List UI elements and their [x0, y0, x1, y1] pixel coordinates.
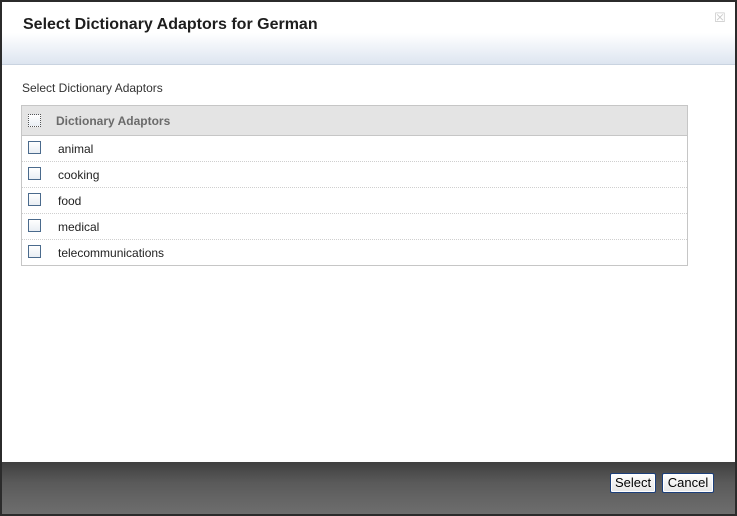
table-row[interactable]: medical [22, 214, 687, 240]
table-row[interactable]: animal [22, 136, 687, 162]
select-all-checkbox[interactable] [28, 114, 41, 127]
row-checkbox[interactable] [28, 245, 41, 258]
dialog-footer: Select Cancel [2, 462, 735, 514]
table-row[interactable]: cooking [22, 162, 687, 188]
section-label: Select Dictionary Adaptors [22, 81, 163, 95]
row-label: cooking [58, 168, 100, 182]
row-checkbox[interactable] [28, 219, 41, 232]
row-label: medical [58, 220, 100, 234]
table-row[interactable]: food [22, 188, 687, 214]
column-header-dictionary-adaptors[interactable]: Dictionary Adaptors [56, 114, 170, 128]
row-label: food [58, 194, 82, 208]
dialog-title: Select Dictionary Adaptors for German [23, 16, 318, 33]
dictionary-adaptors-grid: Dictionary Adaptors animal cooking food … [21, 105, 688, 266]
table-row[interactable]: telecommunications [22, 240, 687, 265]
dialog-titlebar: Select Dictionary Adaptors for German ☒ [2, 2, 735, 65]
row-checkbox[interactable] [28, 141, 41, 154]
select-button[interactable]: Select [610, 473, 656, 493]
row-label: telecommunications [58, 246, 165, 260]
row-checkbox[interactable] [28, 193, 41, 206]
select-dictionary-adaptors-dialog: Select Dictionary Adaptors for German ☒ … [0, 0, 737, 516]
close-icon[interactable]: ☒ [714, 11, 726, 24]
grid-header: Dictionary Adaptors [22, 106, 687, 136]
row-label: animal [58, 142, 94, 156]
row-checkbox[interactable] [28, 167, 41, 180]
cancel-button[interactable]: Cancel [662, 473, 714, 493]
